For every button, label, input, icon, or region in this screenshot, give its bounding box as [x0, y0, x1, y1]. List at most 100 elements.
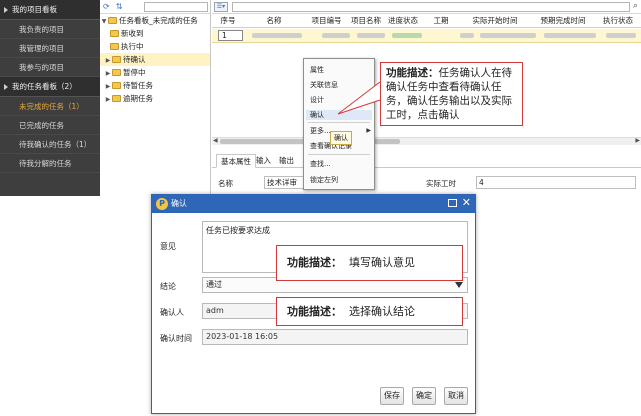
- sidebar-item-responsible-projects[interactable]: 我负责的项目: [0, 20, 100, 39]
- scroll-right-icon[interactable]: ▶: [635, 137, 640, 144]
- expand-icon[interactable]: ⇅: [116, 1, 123, 13]
- menu-item-confirm[interactable]: 确认: [306, 110, 372, 120]
- submenu-arrow-icon: ▶: [366, 127, 371, 134]
- callout-function-description: 功能描述：任务确认人在待确认任务中查看待确认任务，确认任务输出以及实际工时，点击…: [380, 62, 523, 126]
- menu-item-properties[interactable]: 属性: [310, 65, 324, 75]
- callout-key: 功能描述：: [287, 305, 342, 318]
- tree-node-suspended[interactable]: ▶ 待暂任务: [100, 79, 210, 92]
- expand-arrow-icon: [4, 84, 8, 90]
- dialog-title-bar[interactable]: P 确认 ✕: [152, 195, 475, 213]
- chevron-down-icon[interactable]: [455, 282, 463, 288]
- view-options-icon[interactable]: ☰▾: [214, 2, 228, 12]
- confirmer-label: 确认人: [160, 308, 184, 317]
- sidebar-item-tasks-to-decompose[interactable]: 待我分解的任务: [0, 154, 100, 173]
- column-header[interactable]: 工期: [423, 14, 459, 27]
- conclusion-selected-value: 通过: [206, 280, 222, 289]
- horizontal-scrollbar[interactable]: ◀ ▶: [212, 137, 641, 145]
- folder-icon: [112, 94, 121, 102]
- callout-text: 选择确认结论: [349, 305, 415, 318]
- menu-item-design[interactable]: 设计: [310, 95, 324, 105]
- tree-node-overdue[interactable]: ▶ 逾期任务: [100, 92, 210, 105]
- detail-fields: 名称 技术详审 实际工时 4: [212, 176, 641, 190]
- column-header[interactable]: 预期完成时间: [531, 14, 595, 27]
- maximize-icon[interactable]: [448, 199, 457, 207]
- sidebar-section-projects[interactable]: 我的项目看板: [0, 0, 100, 20]
- menu-separator: [308, 154, 370, 155]
- table-row[interactable]: 1: [212, 29, 641, 43]
- menu-item-lock-left-column[interactable]: 锁定左列: [310, 175, 338, 185]
- expand-arrow-icon: [4, 7, 8, 13]
- grid-search-input[interactable]: [232, 2, 630, 12]
- folder-icon: [112, 55, 121, 63]
- blurred-cell: [460, 33, 474, 38]
- tab-output[interactable]: 输出: [275, 154, 298, 168]
- detail-tabs: 基本属性 输入 输出 日: [212, 152, 641, 168]
- folder-icon: [110, 29, 119, 37]
- tree-node-executing[interactable]: 执行中: [100, 40, 210, 53]
- scroll-left-icon[interactable]: ◀: [213, 137, 218, 144]
- sidebar-item-tasks-to-confirm[interactable]: 待我确认的任务（1）: [0, 135, 100, 154]
- callout-key: 功能描述：: [386, 67, 439, 79]
- column-header[interactable]: 项目名称: [349, 14, 383, 27]
- menu-item-find[interactable]: 查找...: [310, 159, 331, 169]
- ok-button[interactable]: 确定: [412, 387, 436, 405]
- blurred-cell: [252, 33, 302, 38]
- blurred-cell: [392, 33, 422, 38]
- sidebar-item-participated-projects[interactable]: 我参与的项目: [0, 58, 100, 77]
- callout-text: 填写确认意见: [349, 256, 415, 269]
- column-header[interactable]: 执行状态: [595, 14, 641, 27]
- menu-separator: [308, 122, 370, 123]
- tree-node-to-confirm[interactable]: ▶ 待确认: [100, 53, 210, 66]
- opinion-label: 意见: [160, 242, 176, 251]
- tree-node-new[interactable]: 新收到: [100, 27, 210, 40]
- task-tree-panel: ⟳ ⇅ ▼ 任务看板_未完成的任务 新收到 执行中 ▶ 待确认 ▶ 暂停中 ▶ 待暂任务…: [100, 0, 211, 196]
- tree-search-input[interactable]: [144, 2, 208, 12]
- actual-hours-value: 4: [476, 176, 636, 189]
- callout-key: 功能描述：: [287, 256, 342, 269]
- tab-input[interactable]: 输入: [252, 154, 275, 168]
- confirm-tooltip: 确认: [330, 131, 352, 145]
- dialog-title: 确认: [171, 199, 187, 208]
- blurred-cell: [322, 33, 350, 38]
- tab-basic-properties[interactable]: 基本属性: [216, 154, 256, 168]
- column-header[interactable]: 序号: [212, 14, 244, 27]
- sidebar-item-unfinished-tasks[interactable]: 未完成的任务（1）: [0, 97, 100, 116]
- column-header[interactable]: 项目编号: [304, 14, 349, 27]
- tree-root-node[interactable]: ▼ 任务看板_未完成的任务: [100, 14, 210, 27]
- folder-icon: [112, 81, 121, 89]
- callout-conclusion-description: 功能描述： 选择确认结论: [276, 297, 463, 326]
- close-icon[interactable]: ✕: [462, 196, 471, 210]
- sidebar: 我的项目看板 我负责的项目 我管理的项目 我参与的项目 我的任务看板（2） 未完…: [0, 0, 100, 196]
- grid-toolbar: ☰▾ ⌕: [212, 0, 641, 14]
- app-logo-icon: P: [156, 198, 168, 210]
- name-label: 名称: [218, 179, 233, 188]
- folder-icon: [112, 68, 121, 76]
- folder-icon: [110, 42, 119, 50]
- menu-item-more[interactable]: 更多...: [310, 126, 331, 136]
- blurred-cell: [544, 33, 596, 38]
- search-icon[interactable]: ⌕: [633, 1, 638, 11]
- conclusion-label: 结论: [160, 282, 176, 291]
- blurred-cell: [357, 33, 385, 38]
- menu-item-related-info[interactable]: 关联信息: [310, 80, 338, 90]
- task-board-window: 我的项目看板 我负责的项目 我管理的项目 我参与的项目 我的任务看板（2） 未完…: [0, 0, 641, 196]
- blurred-cell: [606, 33, 636, 38]
- confirm-time-field: 2023-01-18 16:05: [202, 329, 468, 345]
- folder-icon: [108, 16, 117, 24]
- grid-header: 序号 名称 项目编号 项目名称 进度状态 工期 实际开始时间 预期完成时间 执行…: [212, 14, 641, 28]
- column-header[interactable]: 名称: [244, 14, 304, 27]
- sidebar-item-managed-projects[interactable]: 我管理的项目: [0, 39, 100, 58]
- confirm-time-label: 确认时间: [160, 334, 192, 343]
- actual-hours-label: 实际工时: [426, 179, 456, 188]
- row-index-cell[interactable]: 1: [218, 30, 243, 41]
- tree-node-paused[interactable]: ▶ 暂停中: [100, 66, 210, 79]
- save-button[interactable]: 保存: [380, 387, 404, 405]
- sidebar-item-finished-tasks[interactable]: 已完成的任务: [0, 116, 100, 135]
- cancel-button[interactable]: 取消: [444, 387, 468, 405]
- refresh-icon[interactable]: ⟳: [103, 1, 110, 13]
- sidebar-section-tasks[interactable]: 我的任务看板（2）: [0, 77, 100, 97]
- column-header[interactable]: 进度状态: [383, 14, 423, 27]
- blurred-cell: [480, 33, 536, 38]
- context-menu: 属性 关联信息 设计 确认 更多... ▶ 查看确认记录 查找... 锁定左列: [303, 58, 375, 190]
- column-header[interactable]: 实际开始时间: [459, 14, 531, 27]
